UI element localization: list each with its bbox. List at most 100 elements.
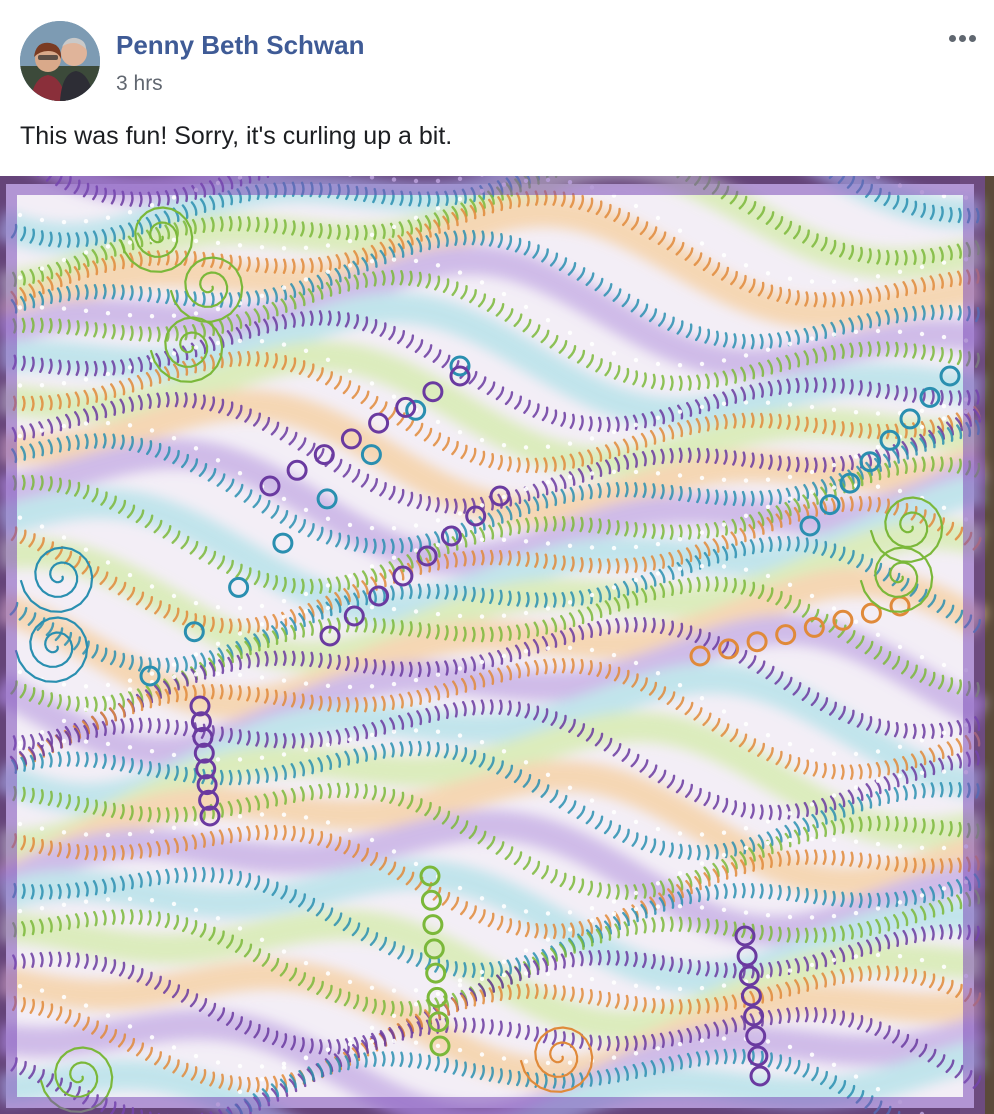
white-dot	[171, 237, 177, 242]
white-dot	[127, 365, 133, 370]
white-dot	[149, 584, 155, 589]
white-dot	[721, 709, 727, 714]
white-dot	[479, 740, 485, 745]
white-dot	[369, 732, 375, 738]
white-dot	[39, 826, 45, 831]
white-dot	[523, 760, 529, 765]
white-dot	[655, 881, 661, 886]
white-dot	[545, 772, 551, 777]
white-dot	[61, 738, 67, 744]
post-photo[interactable]	[0, 176, 994, 1114]
white-dot	[259, 622, 265, 627]
white-dot	[215, 605, 221, 610]
white-dot	[831, 751, 837, 756]
white-dot	[897, 644, 903, 650]
white-dot	[237, 243, 243, 248]
white-dot	[677, 986, 683, 992]
white-dot	[655, 571, 661, 576]
white-dot	[545, 480, 551, 485]
white-dot	[149, 203, 155, 208]
white-dot	[127, 210, 133, 215]
white-dot	[39, 383, 45, 388]
white-dot	[633, 983, 639, 988]
white-dot	[127, 313, 133, 318]
white-dot	[941, 416, 947, 421]
white-dot	[105, 420, 111, 426]
white-dot	[787, 1044, 793, 1050]
author-name-link[interactable]: Penny Beth Schwan	[116, 30, 365, 61]
white-dot	[853, 329, 859, 334]
white-dot	[743, 845, 749, 851]
white-dot	[941, 260, 947, 265]
white-dot	[193, 821, 199, 826]
white-dot	[611, 899, 617, 904]
white-dot	[809, 915, 815, 920]
white-dot	[127, 831, 133, 837]
white-dot	[501, 904, 507, 909]
facebook-post: Penny Beth Schwan 3 hrs This was fun! So…	[0, 0, 994, 1114]
white-dot	[589, 436, 595, 441]
white-dot	[611, 585, 617, 590]
white-dot	[391, 988, 397, 993]
white-dot	[457, 885, 463, 891]
white-dot	[61, 257, 67, 263]
white-dot	[61, 718, 67, 724]
white-dot	[941, 334, 947, 340]
white-dot	[369, 837, 375, 843]
white-dot	[831, 485, 837, 490]
white-dot	[699, 832, 705, 837]
white-dot	[127, 687, 133, 692]
white-dot	[61, 994, 67, 1000]
white-dot	[831, 837, 837, 842]
white-dot	[347, 1037, 353, 1042]
white-dot	[435, 611, 441, 617]
white-dot	[391, 729, 397, 734]
white-dot	[677, 904, 683, 909]
white-dot	[413, 1040, 419, 1045]
white-dot	[325, 357, 331, 362]
white-dot	[171, 195, 177, 200]
white-dot	[215, 240, 221, 246]
white-dot	[237, 1063, 243, 1069]
white-dot	[787, 341, 793, 346]
post-timestamp[interactable]: 3 hrs	[116, 72, 163, 96]
white-dot	[941, 769, 947, 774]
white-dot	[831, 332, 837, 337]
white-dot	[479, 437, 485, 443]
white-dot	[303, 277, 309, 282]
white-dot	[347, 1042, 353, 1047]
white-dot	[831, 1062, 837, 1067]
white-dot	[105, 560, 111, 565]
white-dot	[567, 927, 573, 932]
white-dot	[743, 513, 749, 518]
white-dot	[787, 811, 793, 816]
white-dot	[479, 969, 485, 975]
white-dot	[743, 567, 749, 572]
white-dot	[875, 1087, 881, 1092]
more-options-icon[interactable]	[938, 22, 986, 54]
white-dot	[61, 306, 67, 311]
white-dot	[655, 904, 661, 909]
white-dot	[501, 291, 507, 297]
white-dot	[897, 269, 903, 274]
white-dot	[149, 1035, 155, 1040]
white-dot	[325, 516, 331, 521]
white-dot	[259, 1064, 265, 1069]
white-dot	[611, 469, 617, 474]
white-dot	[105, 1013, 111, 1018]
white-dot	[193, 652, 199, 657]
author-avatar[interactable]	[20, 21, 100, 101]
white-dot	[303, 681, 309, 686]
white-dot	[369, 1039, 375, 1044]
white-dot	[699, 530, 705, 535]
white-dot	[325, 583, 331, 588]
white-dot	[655, 415, 661, 420]
white-dot	[589, 906, 595, 911]
white-dot	[171, 593, 177, 599]
white-dot	[523, 971, 529, 976]
white-dot	[765, 974, 771, 979]
white-dot	[303, 591, 309, 597]
white-dot	[941, 505, 947, 510]
white-dot	[567, 600, 573, 605]
white-dot	[545, 541, 551, 546]
